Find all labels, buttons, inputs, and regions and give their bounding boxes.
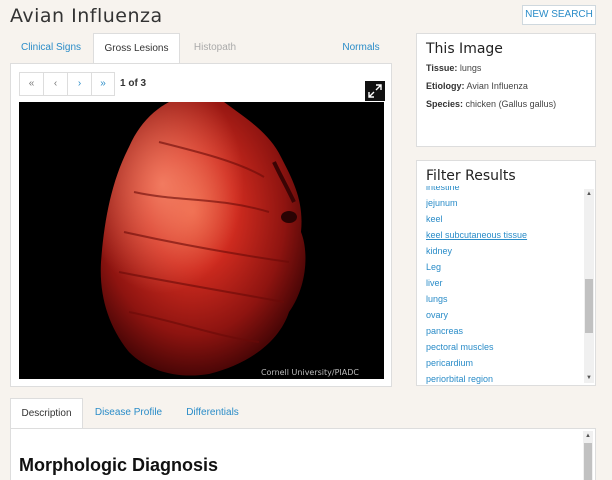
prev-page-button[interactable]: ‹ — [43, 72, 67, 96]
tab-normals[interactable]: Normals — [335, 33, 387, 63]
filter-list: intestine jejunum keel keel subcutaneous… — [426, 186, 586, 386]
expand-icon[interactable] — [365, 81, 385, 101]
filter-item-ovary[interactable]: ovary — [426, 310, 448, 320]
image-viewer: « ‹ › » 1 of 3 Cornell University/PIADC — [10, 63, 392, 387]
species-row: Species: chicken (Gallus gallus) — [426, 99, 556, 109]
tab-gross-lesions[interactable]: Gross Lesions — [93, 33, 180, 63]
tissue-label: Tissue: — [426, 63, 458, 73]
etiology-value: Avian Influenza — [466, 81, 528, 91]
filter-item-intestine[interactable]: intestine — [426, 186, 460, 192]
filter-item-pancreas[interactable]: pancreas — [426, 326, 463, 336]
tab-differentials[interactable]: Differentials — [180, 398, 245, 428]
filter-item-keel-subcutaneous-tissue[interactable]: keel subcutaneous tissue — [426, 230, 527, 240]
lesion-photo[interactable]: Cornell University/PIADC — [19, 102, 384, 379]
filter-results-panel: Filter Results intestine jejunum keel ke… — [416, 160, 596, 386]
image-type-tabs: Clinical Signs Gross Lesions Histopath N… — [10, 33, 392, 63]
species-label: Species: — [426, 99, 464, 109]
tab-disease-profile[interactable]: Disease Profile — [90, 398, 167, 428]
description-scroll-thumb[interactable] — [584, 443, 592, 480]
tab-description[interactable]: Description — [10, 398, 83, 428]
next-page-button[interactable]: › — [67, 72, 91, 96]
photo-credit: Cornell University/PIADC — [261, 368, 359, 377]
filter-scroll-thumb[interactable] — [585, 279, 593, 333]
this-image-panel: This Image Tissue: lungs Etiology: Avian… — [416, 33, 596, 147]
info-tabs: Description Disease Profile Differential… — [10, 398, 596, 428]
filter-item-lungs[interactable]: lungs — [426, 294, 448, 304]
tab-histopath: Histopath — [193, 42, 237, 53]
filter-item-pectoral-muscles[interactable]: pectoral muscles — [426, 342, 494, 352]
tissue-row: Tissue: lungs — [426, 63, 481, 73]
filter-item-jejunum[interactable]: jejunum — [426, 198, 458, 208]
new-search-button[interactable]: NEW SEARCH — [522, 5, 596, 25]
filter-item-leg[interactable]: Leg — [426, 262, 441, 272]
morphologic-diagnosis-heading: Morphologic Diagnosis — [19, 455, 219, 475]
species-value: chicken (Gallus gallus) — [465, 99, 557, 109]
last-page-button[interactable]: » — [91, 72, 115, 96]
etiology-label: Etiology: — [426, 81, 465, 91]
filter-item-periorbital-region[interactable]: periorbital region — [426, 374, 493, 384]
first-page-button[interactable]: « — [19, 72, 43, 96]
image-pager: « ‹ › » — [19, 72, 115, 96]
scroll-up-icon[interactable]: ▲ — [584, 189, 594, 199]
filter-results-title: Filter Results — [426, 168, 516, 184]
page-count: 1 of 3 — [120, 78, 147, 89]
filter-item-pericardium[interactable]: pericardium — [426, 358, 473, 368]
filter-item-kidney[interactable]: kidney — [426, 246, 452, 256]
tab-clinical-signs[interactable]: Clinical Signs — [10, 33, 92, 63]
page-title: Avian Influenza — [10, 5, 163, 27]
filter-item-keel[interactable]: keel — [426, 214, 443, 224]
tissue-value: lungs — [459, 63, 482, 73]
description-scroll-up-icon[interactable]: ▲ — [583, 431, 593, 441]
this-image-title: This Image — [426, 41, 503, 57]
scroll-down-icon[interactable]: ▼ — [584, 373, 594, 383]
filter-item-liver[interactable]: liver — [426, 278, 443, 288]
description-panel: Morphologic Diagnosis ▲ — [10, 428, 596, 480]
etiology-row: Etiology: Avian Influenza — [426, 81, 528, 91]
